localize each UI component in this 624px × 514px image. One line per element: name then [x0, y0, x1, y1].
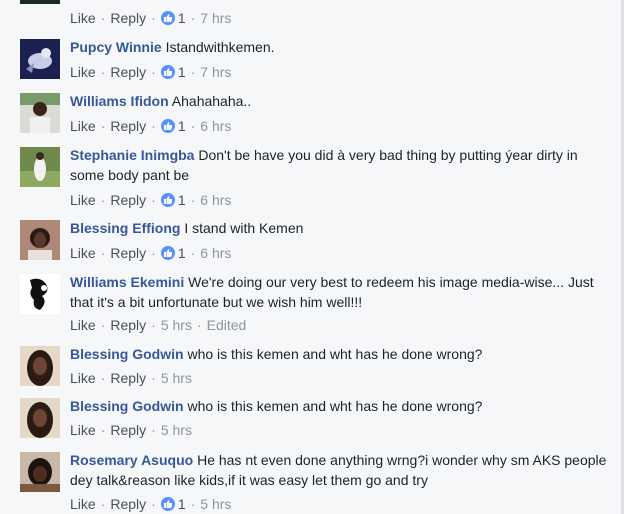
thumbs-up-icon[interactable]: [160, 119, 175, 133]
like-link[interactable]: Like: [70, 64, 96, 80]
like-count[interactable]: 1: [178, 192, 186, 208]
comment-author[interactable]: Rosemary Asuquo: [70, 452, 193, 468]
like-link[interactable]: Like: [70, 192, 96, 208]
like-count[interactable]: 1: [178, 496, 186, 512]
like-count[interactable]: 1: [178, 245, 186, 261]
avatar[interactable]: [20, 346, 60, 386]
comment-body: Williams Ekemini We're doing our very be…: [70, 272, 610, 312]
comment-author[interactable]: Williams Ifidon: [70, 93, 169, 109]
timestamp[interactable]: 6 hrs: [200, 192, 231, 208]
comment-actions: Like · Reply · 5 hrs: [70, 370, 192, 386]
like-count[interactable]: 1: [178, 64, 186, 80]
comment-actions: Like · Reply · 1 · 6 hrs: [70, 118, 232, 134]
like-link[interactable]: Like: [70, 422, 96, 438]
thumbs-up-icon[interactable]: [160, 193, 175, 207]
like-count[interactable]: 1: [178, 118, 186, 134]
comment-body: Williams Ifidon Ahahahaha..: [70, 91, 610, 111]
avatar[interactable]: [20, 220, 60, 260]
comment-text: Ahahahaha..: [171, 93, 252, 109]
avatar[interactable]: [20, 93, 60, 133]
comment-author[interactable]: Blessing Godwin: [70, 346, 184, 362]
comment-text: who is this kemen and wht has he done wr…: [187, 398, 483, 414]
timestamp[interactable]: 7 hrs: [200, 64, 231, 80]
avatar[interactable]: [20, 147, 60, 187]
timestamp[interactable]: 5 hrs: [161, 422, 192, 438]
comment-author[interactable]: Blessing Godwin: [70, 398, 184, 414]
like-link[interactable]: Like: [70, 317, 96, 333]
avatar[interactable]: [20, 39, 60, 79]
comment-body: Pupcy Winnie Istandwithkemen.: [70, 37, 610, 57]
comment-actions: Like · Reply · 1 · 6 hrs: [70, 192, 232, 208]
comment-text: who is this kemen and wht has he done wr…: [187, 346, 483, 362]
comment-body: Blessing Godwin who is this kemen and wh…: [70, 344, 610, 364]
like-link[interactable]: Like: [70, 10, 96, 26]
comment-author[interactable]: Stephanie Inimgba: [70, 147, 194, 163]
comment-author[interactable]: Pupcy Winnie: [70, 39, 162, 55]
like-link[interactable]: Like: [70, 496, 96, 512]
comment-body: Rosemary Asuquo He has nt even done anyt…: [70, 450, 610, 490]
comment-actions: Like · Reply · 1 · 7 hrs: [70, 10, 232, 26]
reply-link[interactable]: Reply: [110, 370, 146, 386]
reply-link[interactable]: Reply: [110, 192, 146, 208]
reply-link[interactable]: Reply: [110, 64, 146, 80]
comment-text: I stand with Kemen: [184, 220, 304, 236]
reply-link[interactable]: Reply: [110, 245, 146, 261]
comment-actions: Like · Reply · 5 hrs · Edited: [70, 317, 247, 333]
comment-text: Istandwithkemen.: [165, 39, 275, 55]
reply-link[interactable]: Reply: [110, 10, 146, 26]
reply-link[interactable]: Reply: [110, 317, 146, 333]
avatar[interactable]: [20, 274, 60, 314]
comment-author[interactable]: Blessing Effiong: [70, 220, 180, 236]
like-link[interactable]: Like: [70, 118, 96, 134]
thumbs-up-icon[interactable]: [160, 246, 175, 260]
reply-link[interactable]: Reply: [110, 422, 146, 438]
like-link[interactable]: Like: [70, 245, 96, 261]
avatar[interactable]: [20, 398, 60, 438]
thumbs-up-icon[interactable]: [160, 11, 175, 25]
timestamp[interactable]: 6 hrs: [200, 118, 231, 134]
like-count[interactable]: 1: [178, 10, 186, 26]
thumbs-up-icon[interactable]: [160, 497, 175, 511]
timestamp[interactable]: 5 hrs: [200, 496, 231, 512]
thumbs-up-icon[interactable]: [160, 65, 175, 79]
like-link[interactable]: Like: [70, 370, 96, 386]
reply-link[interactable]: Reply: [110, 118, 146, 134]
timestamp[interactable]: 5 hrs: [161, 370, 192, 386]
comment-body: Blessing Effiong I stand with Kemen: [70, 218, 610, 238]
avatar: [20, 0, 60, 4]
comment-actions: Like · Reply · 1 · 5 hrs: [70, 496, 232, 512]
timestamp[interactable]: 7 hrs: [200, 10, 231, 26]
comment-author[interactable]: Williams Ekemini: [70, 274, 184, 290]
avatar[interactable]: [20, 452, 60, 492]
reply-link[interactable]: Reply: [110, 496, 146, 512]
comment-body: Stephanie Inimgba Don't be have you did …: [70, 145, 610, 185]
comment-actions: Like · Reply · 1 · 7 hrs: [70, 64, 232, 80]
comment-actions: Like · Reply · 1 · 6 hrs: [70, 245, 232, 261]
timestamp[interactable]: 5 hrs: [161, 317, 192, 333]
timestamp[interactable]: 6 hrs: [200, 245, 231, 261]
edited-label[interactable]: Edited: [207, 317, 247, 333]
comment-actions: Like · Reply · 5 hrs: [70, 422, 192, 438]
comment-body: Blessing Godwin who is this kemen and wh…: [70, 396, 610, 416]
